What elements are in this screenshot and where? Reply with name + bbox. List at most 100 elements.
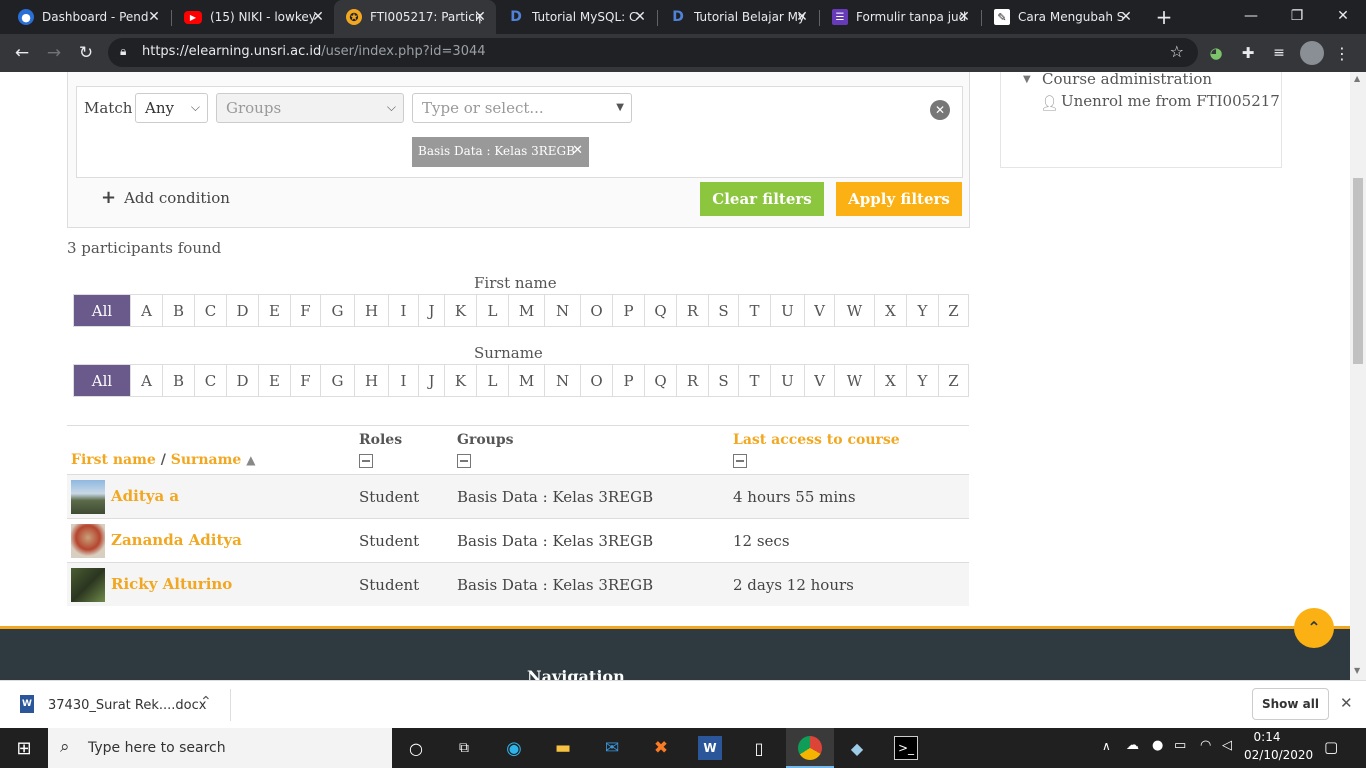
tray-chevron-up-icon[interactable]: ∧ bbox=[1102, 739, 1111, 753]
edge-icon[interactable]: ◉ bbox=[502, 736, 526, 760]
initial-e-link[interactable]: E bbox=[258, 295, 290, 326]
initial-a-link[interactable]: A bbox=[130, 365, 162, 396]
initial-w-link[interactable]: W bbox=[834, 365, 874, 396]
puzzle-extensions-icon[interactable]: ✚ bbox=[1234, 39, 1262, 67]
collapse-roles-icon[interactable] bbox=[359, 454, 373, 468]
initial-f-link[interactable]: F bbox=[290, 365, 320, 396]
initial-t-link[interactable]: T bbox=[738, 365, 770, 396]
onedrive-icon[interactable]: ☁ bbox=[1126, 738, 1139, 753]
scroll-down-icon[interactable]: ▼ bbox=[1354, 666, 1360, 675]
selected-group-tag[interactable]: Basis Data : Kelas 3REGB ✕ bbox=[412, 137, 589, 167]
initial-o-link[interactable]: O bbox=[580, 295, 612, 326]
windows-start-icon[interactable]: ⊞ bbox=[12, 736, 36, 760]
xampp-icon[interactable]: ✖ bbox=[649, 736, 673, 760]
initial-c-link[interactable]: C bbox=[194, 295, 226, 326]
filter-value-input[interactable]: Type or select... ▼ bbox=[412, 93, 632, 123]
tab-mysql-2[interactable]: D Tutorial Belajar My ✕ bbox=[658, 0, 818, 34]
avatar[interactable] bbox=[71, 568, 105, 602]
initial-n-link[interactable]: N bbox=[544, 295, 580, 326]
initial-l-link[interactable]: L bbox=[476, 295, 508, 326]
close-icon[interactable]: ✕ bbox=[146, 9, 162, 25]
close-icon[interactable]: ✕ bbox=[1340, 694, 1353, 712]
filter-type-select[interactable]: Groups ⌵ bbox=[216, 93, 404, 123]
media-queue-icon[interactable]: ≡ bbox=[1265, 39, 1293, 67]
back-to-top-icon[interactable]: ⌃ bbox=[1294, 608, 1334, 648]
reload-icon[interactable]: ↻ bbox=[72, 39, 100, 67]
initial-all-link[interactable]: All bbox=[74, 295, 130, 326]
initial-t-link[interactable]: T bbox=[738, 295, 770, 326]
extension-colorful-icon[interactable]: ◕ bbox=[1202, 39, 1230, 67]
microphone-icon[interactable]: ● bbox=[1152, 738, 1163, 753]
notepad-icon[interactable]: ▯ bbox=[747, 736, 771, 760]
initial-y-link[interactable]: Y bbox=[906, 365, 938, 396]
menu-kebab-icon[interactable]: ⋮ bbox=[1328, 39, 1356, 67]
initial-m-link[interactable]: M bbox=[508, 365, 544, 396]
close-icon[interactable]: ✕ bbox=[310, 9, 326, 25]
tab-forms[interactable]: ☰ Formulir tanpa jud ✕ bbox=[820, 0, 980, 34]
initial-h-link[interactable]: H bbox=[354, 295, 388, 326]
scrollbar-thumb[interactable] bbox=[1353, 178, 1363, 364]
forward-icon[interactable]: → bbox=[40, 39, 68, 67]
initial-p-link[interactable]: P bbox=[612, 365, 644, 396]
initial-x-link[interactable]: X bbox=[874, 365, 906, 396]
sort-lastaccess-link[interactable]: Last access to course bbox=[733, 432, 900, 448]
clock-time[interactable]: 0:14 bbox=[1244, 730, 1290, 744]
tab-dashboard[interactable]: ● Dashboard - Pend ✕ bbox=[6, 0, 170, 34]
initial-o-link[interactable]: O bbox=[580, 365, 612, 396]
initial-w-link[interactable]: W bbox=[834, 295, 874, 326]
participant-name-link[interactable]: Ricky Alturino bbox=[111, 575, 232, 593]
initial-k-link[interactable]: K bbox=[444, 365, 476, 396]
initial-g-link[interactable]: G bbox=[320, 295, 354, 326]
initial-z-link[interactable]: Z bbox=[938, 365, 968, 396]
lock-icon[interactable]: 🔒︎ bbox=[120, 44, 126, 59]
cortana-icon[interactable]: ○ bbox=[404, 736, 428, 760]
initial-g-link[interactable]: G bbox=[320, 365, 354, 396]
battery-icon[interactable]: ▭ bbox=[1174, 738, 1186, 753]
close-icon[interactable]: ✕ bbox=[956, 9, 972, 25]
avatar[interactable] bbox=[71, 524, 105, 558]
initial-c-link[interactable]: C bbox=[194, 365, 226, 396]
new-tab-icon[interactable]: + bbox=[1152, 5, 1176, 29]
apply-filters-button[interactable]: Apply filters bbox=[836, 182, 962, 216]
tab-cara[interactable]: ✎ Cara Mengubah S ✕ bbox=[982, 0, 1142, 34]
initial-k-link[interactable]: K bbox=[444, 295, 476, 326]
initial-x-link[interactable]: X bbox=[874, 295, 906, 326]
scroll-up-icon[interactable]: ▲ bbox=[1354, 74, 1360, 83]
show-all-button[interactable]: Show all bbox=[1252, 688, 1329, 720]
wifi-icon[interactable]: ◠ bbox=[1200, 738, 1211, 753]
initial-u-link[interactable]: U bbox=[770, 295, 804, 326]
download-file-name[interactable]: 37430_Surat Rek....docx bbox=[48, 698, 206, 713]
initial-s-link[interactable]: S bbox=[708, 365, 738, 396]
initial-a-link[interactable]: A bbox=[130, 295, 162, 326]
initial-j-link[interactable]: J bbox=[418, 295, 444, 326]
initial-v-link[interactable]: V bbox=[804, 365, 834, 396]
close-icon[interactable]: ✕ bbox=[472, 9, 488, 25]
initial-f-link[interactable]: F bbox=[290, 295, 320, 326]
initial-q-link[interactable]: Q bbox=[644, 295, 676, 326]
notifications-icon[interactable]: ▢ bbox=[1324, 738, 1338, 756]
clear-filters-button[interactable]: Clear filters bbox=[700, 182, 824, 216]
task-view-icon[interactable]: ⧉ bbox=[452, 736, 476, 760]
initial-v-link[interactable]: V bbox=[804, 295, 834, 326]
remove-condition-icon[interactable]: ✕ bbox=[930, 100, 950, 120]
tab-mysql-1[interactable]: D Tutorial MySQL: C ✕ bbox=[496, 0, 656, 34]
initial-i-link[interactable]: I bbox=[388, 295, 418, 326]
collapse-lastaccess-icon[interactable] bbox=[733, 454, 747, 468]
address-bar[interactable]: 🔒︎ https://elearning.unsri.ac.id/user/in… bbox=[108, 38, 1198, 67]
initial-d-link[interactable]: D bbox=[226, 365, 258, 396]
sort-firstname-link[interactable]: First name bbox=[71, 452, 156, 468]
initial-u-link[interactable]: U bbox=[770, 365, 804, 396]
restore-icon[interactable]: ❐ bbox=[1274, 0, 1320, 32]
initial-b-link[interactable]: B bbox=[162, 295, 194, 326]
initial-m-link[interactable]: M bbox=[508, 295, 544, 326]
chrome-taskbar-active[interactable] bbox=[786, 728, 834, 768]
terminal-icon[interactable]: >_ bbox=[894, 736, 918, 760]
initial-q-link[interactable]: Q bbox=[644, 365, 676, 396]
tab-participants[interactable]: ✪ FTI005217: Particip ✕ bbox=[334, 0, 496, 34]
initial-p-link[interactable]: P bbox=[612, 295, 644, 326]
initial-r-link[interactable]: R bbox=[676, 365, 708, 396]
close-icon[interactable]: ✕ bbox=[632, 9, 648, 25]
participant-name-link[interactable]: Aditya a bbox=[111, 487, 179, 505]
tab-youtube[interactable]: ▶ (15) NIKI - lowkey ✕ bbox=[172, 0, 334, 34]
volume-icon[interactable]: ◁ bbox=[1222, 738, 1232, 753]
